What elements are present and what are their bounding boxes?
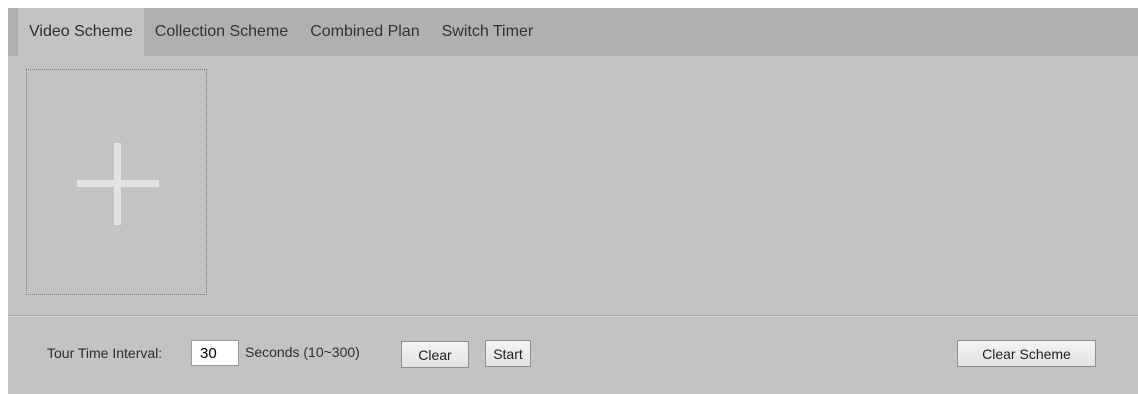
tab-switch-timer[interactable]: Switch Timer (431, 8, 545, 56)
tour-interval-input[interactable] (191, 340, 239, 366)
tab-bar: Video Scheme Collection Scheme Combined … (8, 8, 1138, 56)
plus-icon-vertical-bar (114, 143, 121, 225)
divider (8, 315, 1138, 316)
tour-interval-label: Tour Time Interval: (47, 345, 163, 361)
add-video-tile[interactable] (26, 69, 207, 295)
tab-combined-plan[interactable]: Combined Plan (299, 8, 430, 56)
tour-interval-unit: Seconds (10~300) (245, 344, 360, 360)
start-button[interactable]: Start (485, 340, 531, 367)
clear-scheme-button[interactable]: Clear Scheme (957, 340, 1096, 367)
plus-icon (77, 143, 159, 225)
tab-label: Video Scheme (29, 23, 133, 40)
tab-label: Switch Timer (441, 23, 534, 40)
tab-label: Combined Plan (310, 23, 420, 40)
video-scheme-panel: Video Scheme Collection Scheme Combined … (8, 8, 1138, 394)
tab-collection-scheme[interactable]: Collection Scheme (144, 8, 299, 56)
tab-video-scheme[interactable]: Video Scheme (18, 8, 144, 56)
tab-label: Collection Scheme (154, 23, 289, 40)
clear-button[interactable]: Clear (401, 341, 469, 368)
